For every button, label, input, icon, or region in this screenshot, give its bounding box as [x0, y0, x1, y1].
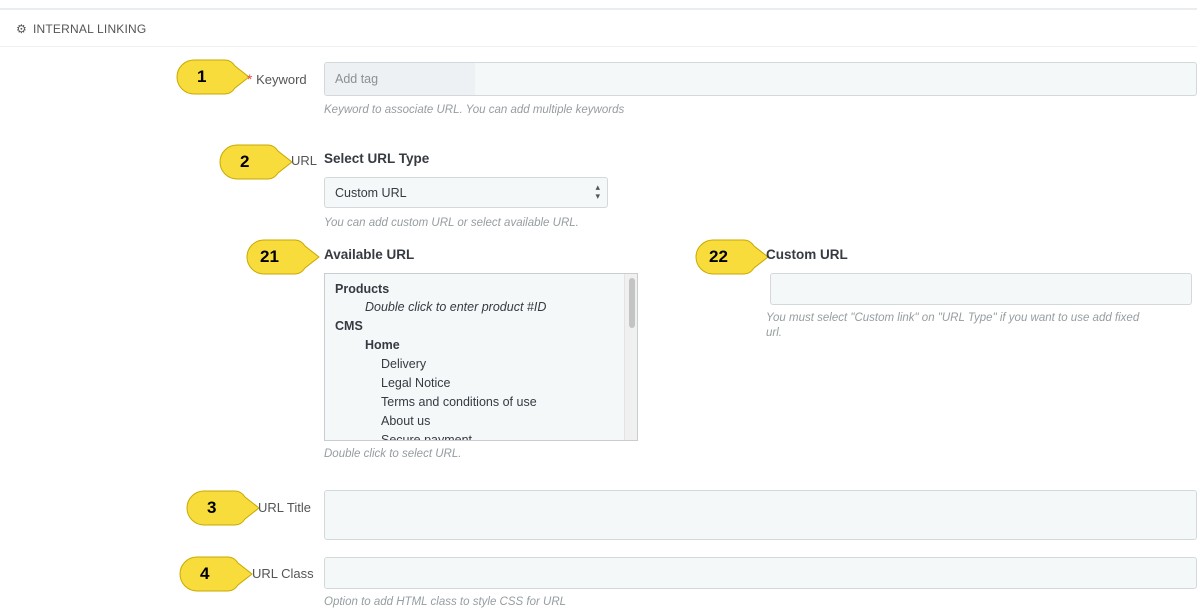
callout-21: 21 — [245, 238, 325, 276]
section-header: ⚙ INTERNAL LINKING — [0, 10, 1197, 47]
keyword-hint: Keyword to associate URL. You can add mu… — [324, 104, 625, 116]
url-label: URL — [291, 153, 318, 168]
callout-1: 1 — [175, 58, 255, 96]
keyword-label: * Keyword — [247, 71, 307, 87]
url-hint: You can add custom URL or select availab… — [324, 217, 579, 229]
list-item[interactable]: Terms and conditions of use — [381, 395, 537, 409]
list-item[interactable]: CMS — [335, 319, 363, 333]
url-class-hint: Option to add HTML class to style CSS fo… — [324, 596, 567, 608]
url-title-textarea[interactable] — [324, 490, 1197, 540]
select-url-type-heading: Select URL Type — [324, 151, 430, 166]
custom-url-input[interactable] — [770, 273, 1192, 305]
custom-url-hint-line2: url. — [766, 327, 782, 339]
keyword-placeholder: Add tag — [335, 72, 379, 86]
url-class-label: URL Class — [252, 566, 314, 581]
list-item[interactable]: Products — [335, 282, 389, 296]
list-item[interactable]: About us — [381, 414, 430, 428]
available-url-list[interactable]: Products Double click to enter product #… — [324, 273, 638, 441]
callout-22: 22 — [694, 238, 774, 276]
select-arrows-icon: ▴ ▾ — [595, 182, 600, 201]
list-item[interactable]: Secure payment — [381, 433, 472, 440]
list-item[interactable]: Double click to enter product #ID — [365, 300, 546, 314]
url-title-label: URL Title — [258, 500, 311, 515]
custom-url-hint-line1: You must select "Custom link" on "URL Ty… — [766, 312, 1140, 324]
callout-3: 3 — [185, 489, 265, 527]
callout-4: 4 — [178, 555, 258, 593]
scrollbar[interactable] — [624, 274, 637, 440]
custom-url-heading: Custom URL — [766, 247, 848, 262]
required-mark: * — [247, 71, 253, 87]
section-title: INTERNAL LINKING — [33, 22, 147, 36]
keyword-tag-input[interactable]: Add tag — [324, 62, 1197, 96]
list-item[interactable]: Home — [365, 338, 400, 352]
list-item[interactable]: Legal Notice — [381, 376, 451, 390]
available-url-heading: Available URL — [324, 247, 415, 262]
scrollbar-thumb[interactable] — [629, 278, 635, 328]
gears-icon: ⚙ — [16, 22, 27, 36]
list-item[interactable]: Delivery — [381, 357, 426, 371]
url-type-value: Custom URL — [335, 186, 407, 200]
url-class-input[interactable] — [324, 557, 1197, 589]
url-type-select[interactable]: Custom URL ▴ ▾ — [324, 177, 608, 208]
available-url-hint: Double click to select URL. — [324, 448, 462, 460]
callout-2: 2 — [218, 143, 298, 181]
